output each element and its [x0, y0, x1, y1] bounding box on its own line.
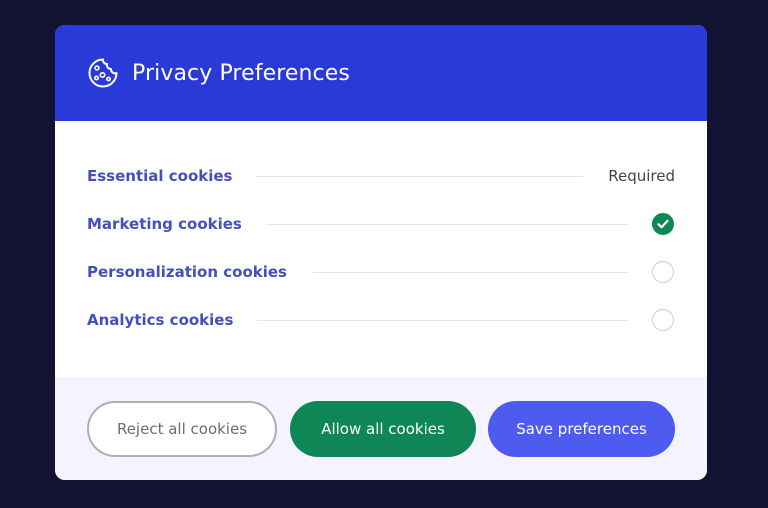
checkmark-icon: [657, 219, 669, 229]
dialog-header: Privacy Preferences: [55, 25, 707, 121]
cookie-label-analytics: Analytics cookies: [87, 311, 234, 329]
dialog-footer: Reject all cookies Allow all cookies Sav…: [55, 377, 707, 480]
allow-all-button[interactable]: Allow all cookies: [290, 401, 476, 457]
cookie-row-analytics: Analytics cookies: [87, 304, 675, 336]
row-divider: [265, 223, 628, 225]
cookie-label-marketing: Marketing cookies: [87, 215, 242, 233]
row-divider: [256, 175, 585, 177]
analytics-checkbox[interactable]: [652, 309, 674, 331]
cookie-label-personalization: Personalization cookies: [87, 263, 287, 281]
cookie-label-essential: Essential cookies: [87, 167, 233, 185]
row-divider: [310, 271, 628, 273]
cookie-row-marketing: Marketing cookies: [87, 208, 675, 240]
cookie-row-essential: Essential cookies Required: [87, 160, 675, 192]
personalization-checkbox[interactable]: [652, 261, 674, 283]
cookie-icon: [87, 57, 119, 89]
cookie-list: Essential cookies Required Marketing coo…: [55, 121, 707, 377]
reject-all-button[interactable]: Reject all cookies: [87, 401, 277, 457]
row-divider: [257, 319, 628, 321]
marketing-checkbox[interactable]: [652, 213, 674, 235]
cookie-row-personalization: Personalization cookies: [87, 256, 675, 288]
privacy-dialog: Privacy Preferences Essential cookies Re…: [55, 25, 707, 480]
dialog-title: Privacy Preferences: [132, 60, 350, 86]
save-preferences-button[interactable]: Save preferences: [488, 401, 675, 457]
required-label: Required: [608, 167, 675, 185]
